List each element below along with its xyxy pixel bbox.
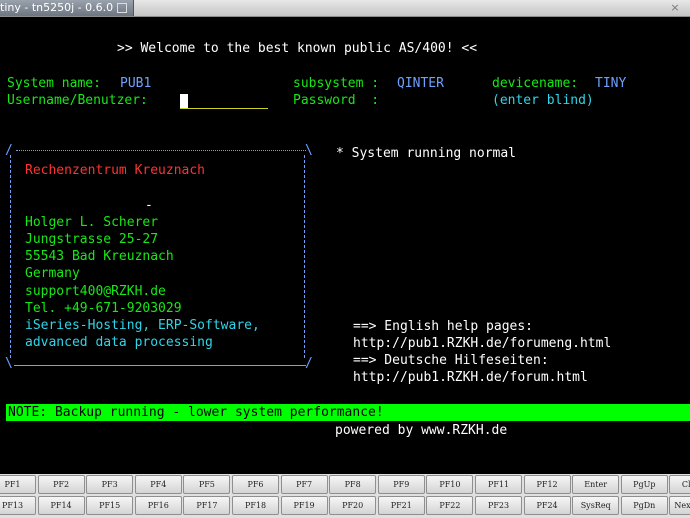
key-pf5[interactable]: PF5 <box>183 475 231 494</box>
key-pgup[interactable]: PgUp <box>620 475 668 494</box>
key-pf3[interactable]: PF3 <box>86 475 134 494</box>
note-text: NOTE: Backup running - lower system perf… <box>8 405 384 420</box>
contact-line: Germany <box>25 266 80 281</box>
powered-by: powered by www.RZKH.de <box>335 423 508 438</box>
key-pf10[interactable]: PF10 <box>426 475 474 494</box>
box-dash: - <box>145 198 153 213</box>
box-top-border <box>16 150 306 151</box>
contact-line: Tel. +49-671-9203029 <box>25 301 182 316</box>
key-pf23[interactable]: PF23 <box>475 496 522 515</box>
key-pf4[interactable]: PF4 <box>134 475 182 494</box>
key-enter[interactable]: Enter <box>572 475 620 494</box>
username-label: Username/Benutzer: <box>7 93 148 108</box>
box-right-border <box>304 155 306 358</box>
key-sysreq[interactable]: SysReq <box>572 496 620 515</box>
contact-email: support400@RZKH.de <box>25 284 166 299</box>
key-pf19[interactable]: PF19 <box>280 496 328 515</box>
contact-line: iSeries-Hosting, ERP-Software, <box>25 318 260 333</box>
org-name: Rechenzentrum Kreuznach <box>25 163 206 178</box>
key-pf9[interactable]: PF9 <box>377 475 425 494</box>
text-cursor <box>180 94 188 108</box>
devicename-value: TINY <box>595 76 627 91</box>
box-bottom-border <box>14 365 306 366</box>
key-pf22[interactable]: PF22 <box>426 496 474 515</box>
contact-line: Holger L. Scherer <box>25 215 159 230</box>
box-corner-br: / <box>305 356 313 371</box>
help-en-url[interactable]: http://pub1.RZKH.de/forumeng.html <box>353 335 611 352</box>
key-pf16[interactable]: PF16 <box>134 496 182 515</box>
key-next-pad[interactable]: Next Pad <box>669 496 690 515</box>
key-clear[interactable]: Clear <box>669 475 690 494</box>
username-input[interactable] <box>180 92 268 109</box>
welcome-banner: >> Welcome to the best known public AS/4… <box>117 41 478 56</box>
key-pf2[interactable]: PF2 <box>37 475 85 494</box>
help-en-label: ==> English help pages: <box>353 319 534 334</box>
box-corner-bl: \ <box>5 356 13 371</box>
key-pf24[interactable]: PF24 <box>523 496 571 515</box>
box-corner-tr: \ <box>305 143 313 158</box>
key-pf14[interactable]: PF14 <box>37 496 85 515</box>
window-restore-icon[interactable] <box>117 3 128 13</box>
subsystem-value: QINTER <box>397 76 444 91</box>
key-pf6[interactable]: PF6 <box>232 475 279 494</box>
password-hint: (enter blind) <box>492 93 594 108</box>
key-pf12[interactable]: PF12 <box>523 475 571 494</box>
terminal-screen[interactable]: >> Welcome to the best known public AS/4… <box>0 17 690 473</box>
help-de-url[interactable]: http://pub1.RZKH.de/forum.html <box>353 369 588 386</box>
key-pf17[interactable]: PF17 <box>183 496 231 515</box>
contact-line: advanced data processing <box>25 335 213 350</box>
key-pf11[interactable]: PF11 <box>475 475 522 494</box>
window-close-icon[interactable]: × <box>668 1 682 14</box>
key-pf15[interactable]: PF15 <box>86 496 134 515</box>
devicename-label: devicename: <box>492 76 579 91</box>
help-de-label: ==> Deutsche Hilfeseiten: <box>353 353 549 368</box>
box-left-border <box>10 155 12 358</box>
key-pf21[interactable]: PF21 <box>377 496 425 515</box>
function-keypad: PF1 PF2 PF3 PF4 PF5 PF6 PF7 PF8 PF9 PF10 PF11 PF12 E… <box>0 474 690 518</box>
contact-line: 55543 Bad Kreuznach <box>25 249 174 264</box>
system-status: * System running normal <box>336 146 517 161</box>
key-pf20[interactable]: PF20 <box>329 496 377 515</box>
key-pf1[interactable]: PF1 <box>0 475 36 494</box>
window-title: tiny - tn5250j - 0.6.0 <box>0 1 114 14</box>
system-name-value: PUB1 <box>120 76 152 91</box>
key-pf13[interactable]: PF13 <box>0 496 36 515</box>
box-corner-tl: / <box>5 143 13 158</box>
note-bar: NOTE: Backup running - lower system perf… <box>6 404 690 421</box>
password-input[interactable] <box>397 92 477 109</box>
username-underline <box>180 108 268 109</box>
subsystem-label: subsystem : <box>293 76 380 91</box>
system-name-label: System name: <box>7 76 101 91</box>
key-pgdn[interactable]: PgDn <box>620 496 668 515</box>
key-pf7[interactable]: PF7 <box>280 475 328 494</box>
key-pf18[interactable]: PF18 <box>232 496 279 515</box>
window-title-tab[interactable]: tiny - tn5250j - 0.6.0 <box>0 0 135 16</box>
contact-line: Jungstrasse 25-27 <box>25 232 159 247</box>
key-pf8[interactable]: PF8 <box>329 475 377 494</box>
window-titlebar[interactable]: tiny - tn5250j - 0.6.0 × <box>0 0 690 17</box>
password-label: Password : <box>293 93 380 108</box>
